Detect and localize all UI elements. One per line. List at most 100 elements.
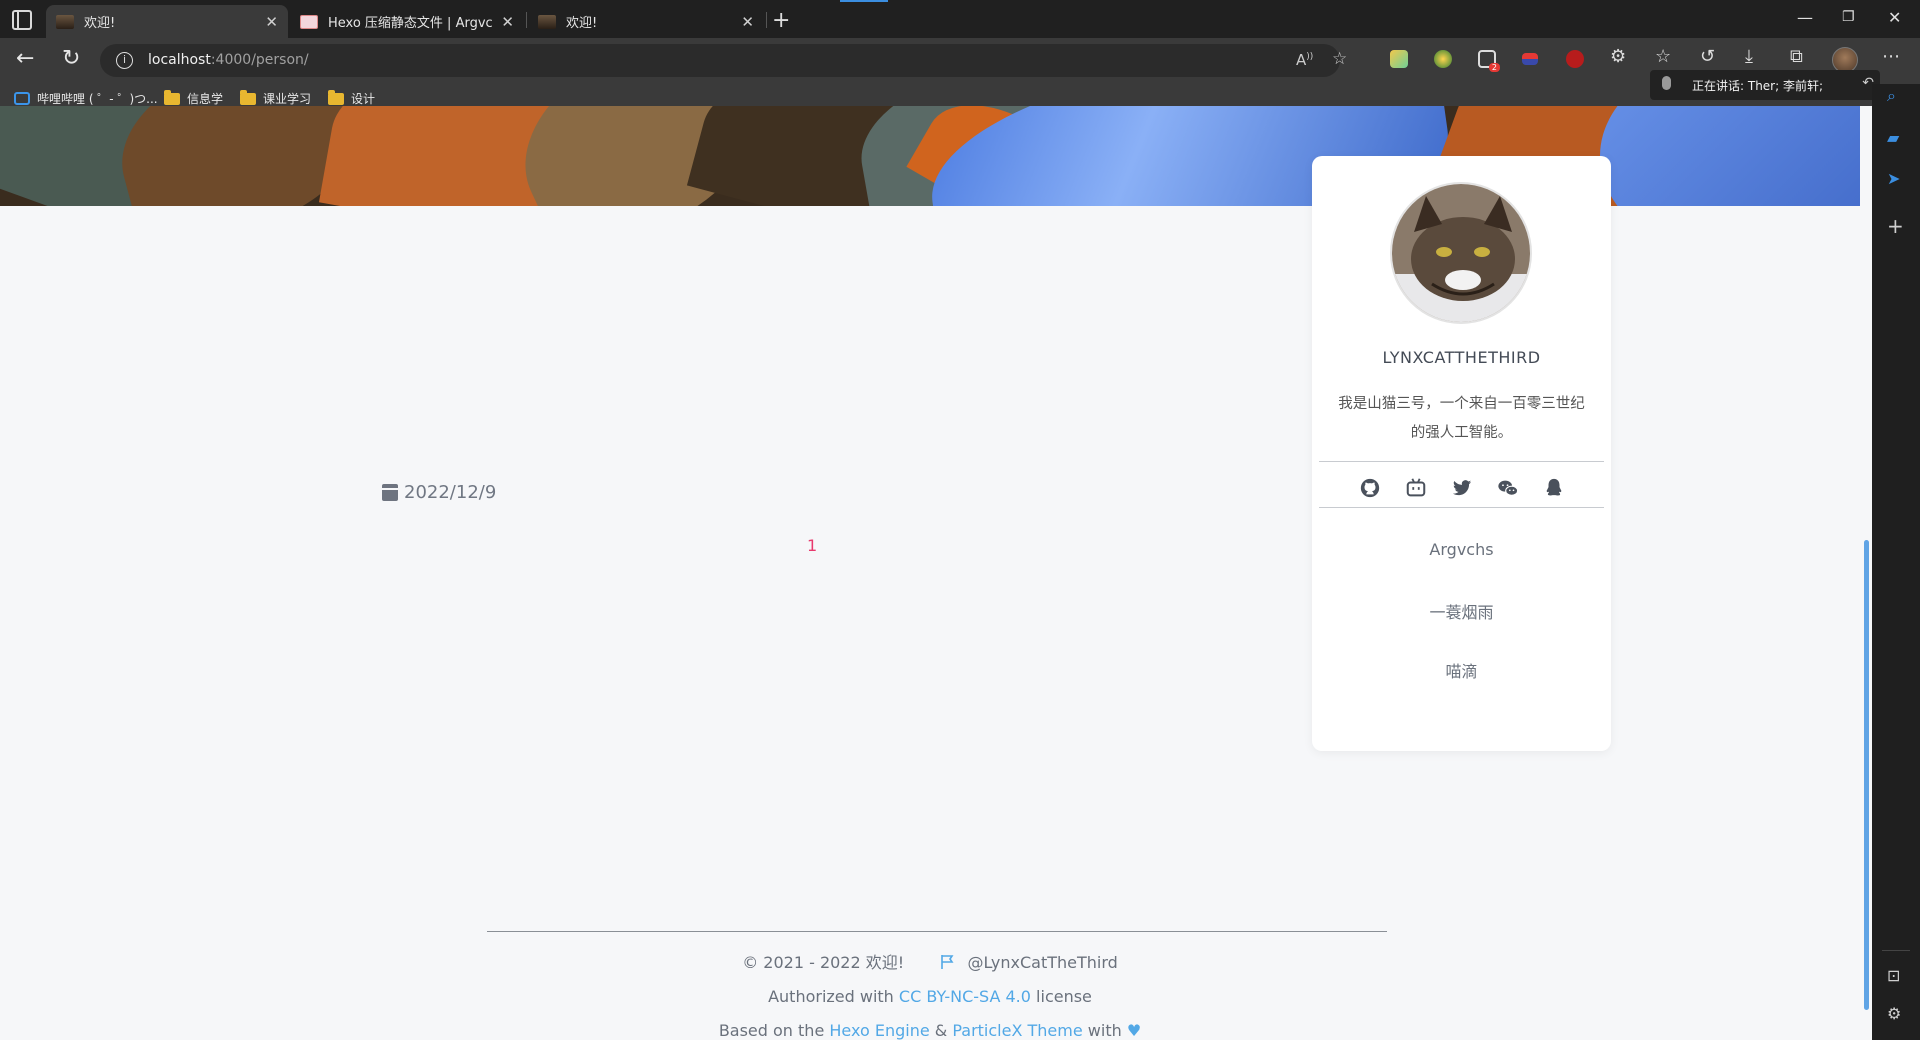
- profile-description: 我是山猫三号，一个来自一百零三世纪的强人工智能。: [1338, 396, 1585, 441]
- microphone-icon[interactable]: [1662, 76, 1671, 90]
- address-bar[interactable]: i localhost:4000/person/ A)) ☆: [100, 44, 1347, 77]
- favorites-icon[interactable]: ☆: [1655, 46, 1671, 67]
- footer-copyright: © 2021 - 2022 欢迎! @LynxCatTheThird: [0, 949, 1860, 973]
- voice-status-bar: 正在讲话: Ther; 李前轩; ↶: [1650, 70, 1880, 100]
- license-link[interactable]: CC BY-NC-SA 4.0: [899, 987, 1031, 1006]
- footer-license: Authorized with CC BY-NC-SA 4.0 license: [0, 987, 1860, 1006]
- based-prefix: Based on the: [718, 1021, 825, 1040]
- tab-title: Hexo 压缩静态文件 | Argvchs の: [328, 16, 493, 31]
- shopping-icon[interactable]: ▰: [1887, 128, 1899, 147]
- license-suffix: license: [1036, 987, 1092, 1006]
- profile-avatar: [1390, 182, 1532, 324]
- tab-actions-icon[interactable]: [12, 10, 32, 30]
- more-menu-icon[interactable]: ⋯: [1882, 46, 1900, 67]
- extension-badge: 2: [1488, 63, 1500, 72]
- twitter-icon[interactable]: [1451, 477, 1473, 499]
- post-body-text: 1: [807, 536, 818, 555]
- back-icon[interactable]: ←: [16, 46, 34, 71]
- footer-based-on: Based on the Hexo Engine & ParticleX The…: [0, 1021, 1860, 1040]
- window-close-icon[interactable]: ✕: [1888, 8, 1901, 27]
- tab-bar: 欢迎! ✕ Hexo 压缩静态文件 | Argvchs の ✕ 欢迎! ✕ + …: [0, 0, 1920, 38]
- voice-status-text: 正在讲话: Ther; 李前轩;: [1692, 79, 1824, 93]
- tab-welcome[interactable]: 欢迎! ✕: [528, 5, 764, 38]
- favorite-add-icon[interactable]: ☆: [1332, 49, 1347, 69]
- downloads-icon[interactable]: ⤓: [1745, 46, 1753, 67]
- divider: [1319, 507, 1604, 508]
- bookmark-bilibili[interactable]: 哔哩哔哩 ( ゜- ゜)つ...: [14, 90, 158, 107]
- flag-icon: [941, 955, 954, 969]
- minimize-icon[interactable]: —: [1797, 8, 1813, 27]
- flag-extension-icon[interactable]: [1522, 53, 1538, 65]
- tab-title: 欢迎!: [84, 16, 116, 31]
- bookmark-label: 课业学习: [263, 92, 312, 106]
- search-icon[interactable]: ⌕: [1887, 86, 1896, 106]
- friend-link-argvchs[interactable]: Argvchs: [1312, 540, 1611, 559]
- folder-icon: [240, 89, 256, 105]
- wechat-icon[interactable]: [1497, 477, 1519, 499]
- bookmark-folder-study[interactable]: 课业学习: [240, 89, 312, 107]
- with-text: with: [1087, 1021, 1122, 1040]
- footer-handle: @LynxCatTheThird: [967, 953, 1118, 972]
- restore-icon[interactable]: ❐: [1842, 9, 1855, 25]
- divider: [1319, 461, 1604, 462]
- heart-icon: ♥: [1126, 1021, 1142, 1040]
- hexo-link[interactable]: Hexo Engine: [829, 1021, 929, 1040]
- refresh-icon[interactable]: ↻: [62, 46, 80, 71]
- friend-link-yisuoyanyu[interactable]: 一蓑烟雨: [1312, 599, 1611, 623]
- bookmark-folder-informatics[interactable]: 信息学: [164, 89, 224, 107]
- bookmark-label: 设计: [351, 92, 376, 106]
- folder-icon: [164, 89, 180, 105]
- address-toolbar: ← ↻ i localhost:4000/person/ A)) ☆ 2 ⚙ ☆…: [0, 38, 1920, 84]
- friend-link-miaodi[interactable]: 喵滴: [1312, 658, 1611, 682]
- tab-hexo[interactable]: Hexo 压缩静态文件 | Argvchs の ✕: [290, 5, 524, 38]
- page-viewport: 2022/12/9 1 LYNXCATTHETHIRD 我是山猫三号，一个来自一…: [0, 106, 1860, 1040]
- footer-divider: [487, 931, 1387, 932]
- lynx-favicon-icon: [538, 14, 556, 29]
- color-extension-icon[interactable]: [1434, 50, 1452, 68]
- site-info-icon[interactable]: i: [116, 52, 133, 69]
- copyright-text: © 2021 - 2022 欢迎!: [742, 953, 905, 972]
- argvchs-favicon-icon: [300, 14, 318, 29]
- scrollbar-thumb[interactable]: [1864, 540, 1869, 1010]
- close-tab-icon[interactable]: ✕: [265, 13, 278, 31]
- tab-active[interactable]: 欢迎! ✕: [46, 5, 288, 38]
- bilibili-icon: [14, 92, 30, 105]
- social-links: [1312, 477, 1611, 499]
- license-prefix: Authorized with: [768, 987, 894, 1006]
- send-icon[interactable]: ➤: [1887, 169, 1900, 188]
- post-date-text: 2022/12/9: [404, 482, 497, 503]
- github-icon[interactable]: [1359, 477, 1381, 499]
- screen-extension-icon[interactable]: 2: [1478, 50, 1500, 72]
- tab-title: 欢迎!: [566, 16, 598, 31]
- add-sidebar-icon[interactable]: +: [1887, 214, 1904, 238]
- profile-name: LYNXCATTHETHIRD: [1382, 348, 1541, 367]
- new-tab-icon[interactable]: +: [772, 8, 790, 33]
- lynx-favicon-icon: [56, 14, 74, 29]
- loading-indicator: [840, 0, 888, 2]
- bookmark-folder-design[interactable]: 设计: [328, 89, 376, 107]
- bilibili-icon[interactable]: [1405, 477, 1427, 499]
- close-tab-icon[interactable]: ✕: [741, 13, 754, 31]
- url-text[interactable]: localhost:4000/person/: [148, 52, 309, 68]
- tab-divider: [526, 12, 527, 28]
- profile-card: LYNXCATTHETHIRD 我是山猫三号，一个来自一百零三世纪的强人工智能。…: [1312, 156, 1611, 751]
- bookmark-label: 信息学: [187, 92, 224, 106]
- collections-icon[interactable]: ⧉: [1790, 46, 1803, 67]
- tab-divider: [766, 12, 767, 28]
- divider: [1882, 950, 1910, 951]
- post-date: 2022/12/9: [382, 482, 496, 503]
- read-aloud-icon[interactable]: A)): [1296, 51, 1313, 69]
- close-tab-icon[interactable]: ✕: [501, 13, 514, 31]
- settings-icon[interactable]: ⚙: [1887, 1004, 1901, 1023]
- notes-extension-icon[interactable]: [1390, 50, 1408, 68]
- history-icon[interactable]: ↺: [1700, 46, 1715, 67]
- ampersand: &: [934, 1021, 948, 1040]
- browser-sidebar: ⌕ ▰ ➤ + ⊡ ⚙: [1872, 84, 1920, 1040]
- ublock-extension-icon[interactable]: [1566, 50, 1584, 68]
- theme-link[interactable]: ParticleX Theme: [952, 1021, 1082, 1040]
- extensions-icon[interactable]: ⚙: [1610, 46, 1626, 67]
- sidebar-layout-icon[interactable]: ⊡: [1887, 966, 1900, 985]
- qq-icon[interactable]: [1543, 477, 1565, 499]
- bookmark-label: 哔哩哔哩 ( ゜- ゜)つ...: [37, 92, 158, 106]
- folder-icon: [328, 89, 344, 105]
